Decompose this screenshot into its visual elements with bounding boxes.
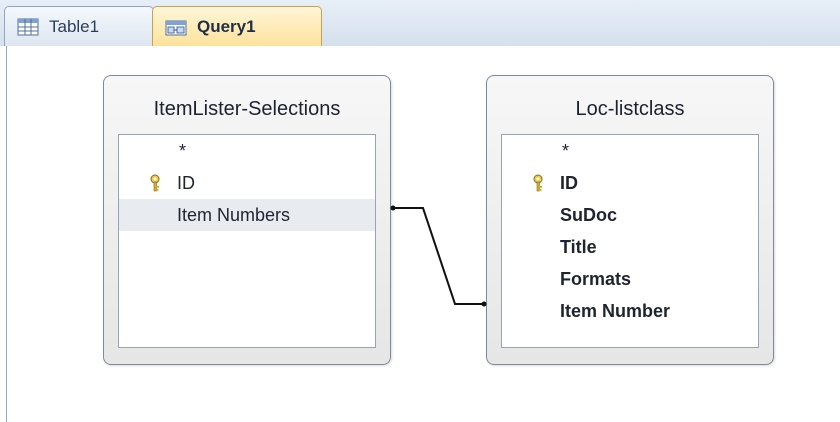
field-title[interactable]: Title <box>502 231 758 263</box>
query-design-canvas[interactable]: ItemLister-Selections * ID Item Numbers … <box>6 46 840 422</box>
field-label: ID <box>177 172 195 193</box>
field-label: SuDoc <box>560 204 618 225</box>
table-icon <box>17 18 39 36</box>
field-label: Item Numbers <box>177 204 291 225</box>
field-item-numbers[interactable]: Item Numbers <box>119 199 375 231</box>
field-id[interactable]: ID <box>502 167 758 199</box>
field-item-number[interactable]: Item Number <box>502 295 758 327</box>
field-all[interactable]: * <box>119 135 375 167</box>
field-sudoc[interactable]: SuDoc <box>502 199 758 231</box>
table-box-loc-listclass[interactable]: Loc-listclass * ID SuDoc Title Formats I… <box>486 75 774 365</box>
tab-table1[interactable]: Table1 <box>4 6 154 46</box>
field-label: Item Number <box>560 300 671 321</box>
field-list[interactable]: * ID SuDoc Title Formats Item Number <box>501 134 759 348</box>
tab-query1[interactable]: Query1 <box>152 6 322 46</box>
field-label: Title <box>560 236 597 257</box>
field-label: ID <box>560 172 578 193</box>
tab-label: Query1 <box>197 16 256 36</box>
field-id[interactable]: ID <box>119 167 375 199</box>
table-title: ItemLister-Selections <box>153 98 341 120</box>
field-label: * <box>179 140 187 161</box>
field-formats[interactable]: Formats <box>502 263 758 295</box>
tab-label: Table1 <box>49 16 100 36</box>
field-list[interactable]: * ID Item Numbers <box>118 134 376 348</box>
table-box-itemlister-selections[interactable]: ItemLister-Selections * ID Item Numbers <box>103 75 391 365</box>
primary-key-icon <box>149 174 161 192</box>
table-title: Loc-listclass <box>575 98 685 120</box>
field-label: * <box>562 140 570 161</box>
document-tab-bar: Table1 Query1 <box>0 0 840 46</box>
field-all[interactable]: * <box>502 135 758 167</box>
primary-key-icon <box>532 174 544 192</box>
query-icon <box>165 18 187 36</box>
field-label: Formats <box>560 268 632 289</box>
